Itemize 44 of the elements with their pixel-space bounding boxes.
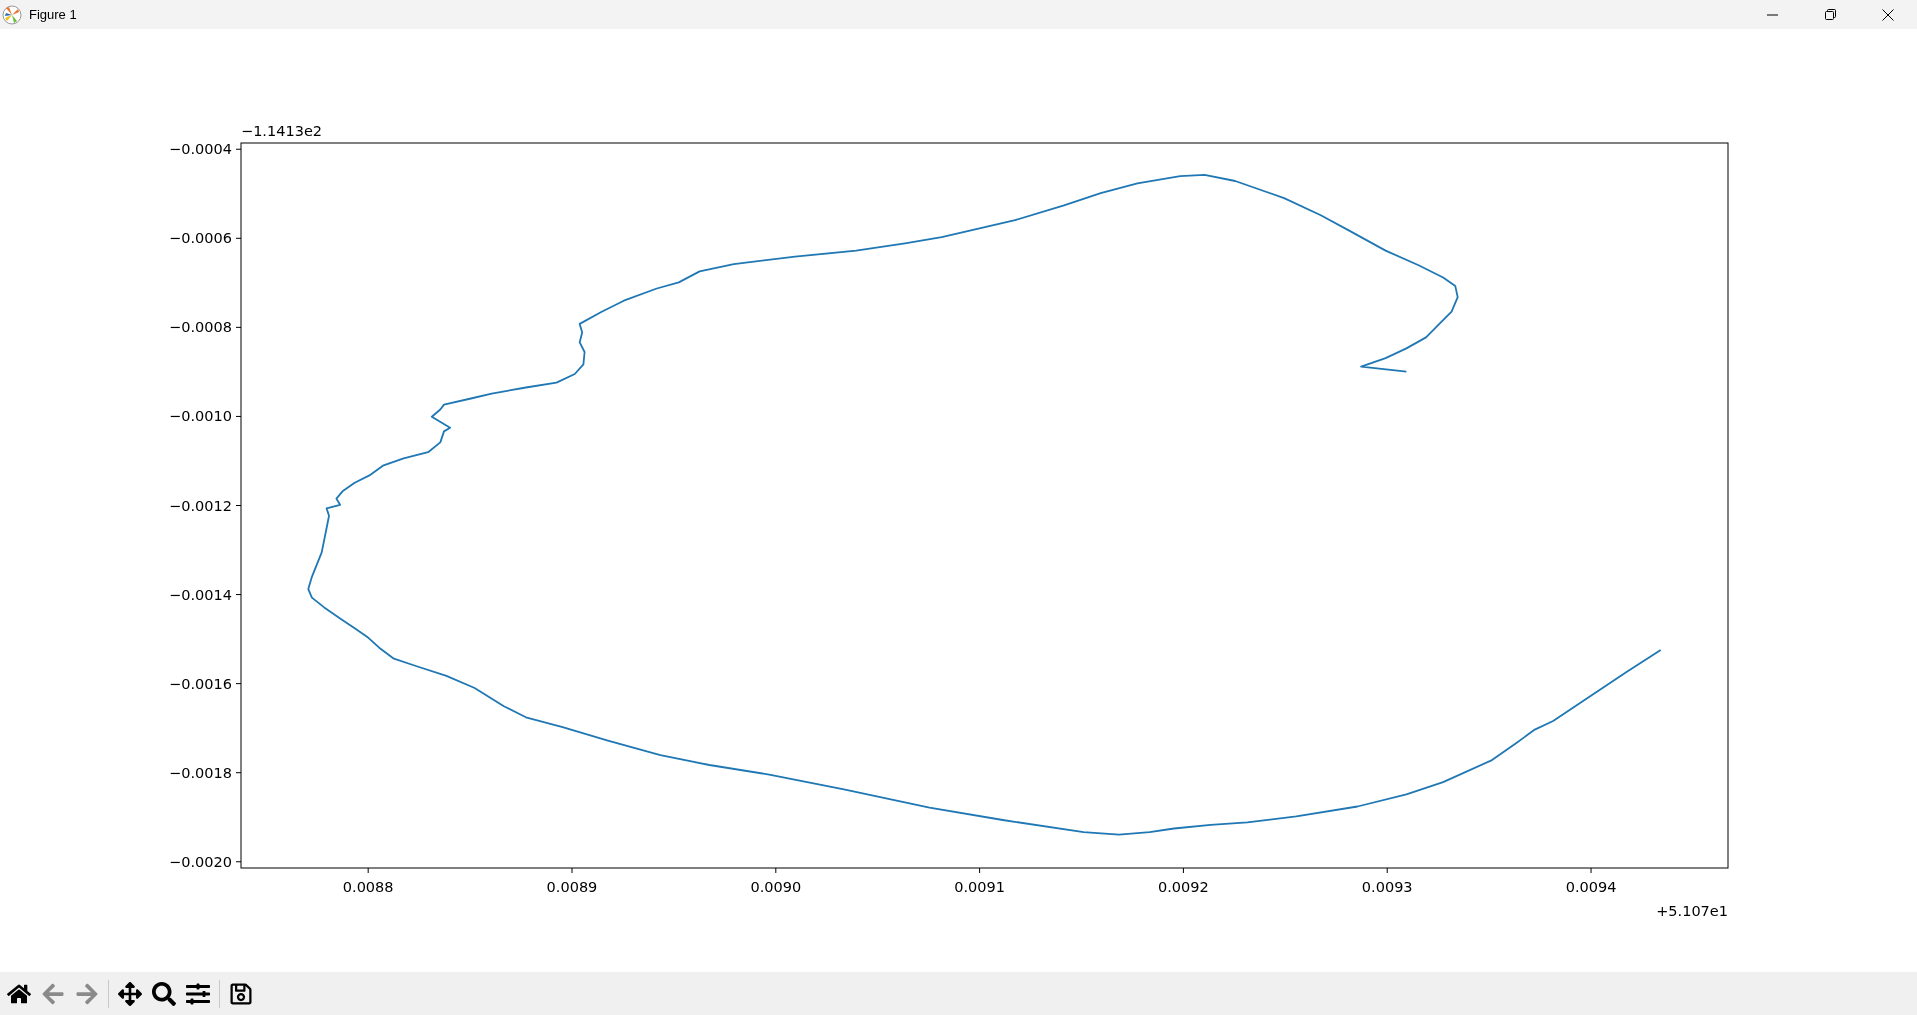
tick-mark <box>979 867 981 874</box>
y-tick-label: −0.0016 <box>169 675 232 692</box>
tick-mark <box>235 326 242 328</box>
x-tick-label: 0.0088 <box>342 879 394 895</box>
tick-mark <box>235 861 242 863</box>
tick-mark <box>235 594 242 596</box>
tick-mark <box>235 148 242 150</box>
sliders-icon <box>186 981 210 1006</box>
tick-mark <box>1386 867 1388 874</box>
tick-mark <box>1590 867 1592 874</box>
minimize-icon <box>1766 13 1778 16</box>
y-tick-label: −0.0006 <box>169 230 232 247</box>
tick-mark <box>235 772 242 774</box>
tick-mark <box>235 415 242 417</box>
forward-arrow-icon <box>75 981 99 1006</box>
x-offset-label: +5.107e1 <box>1656 903 1728 919</box>
save-icon <box>229 981 253 1006</box>
tick-mark <box>235 237 242 239</box>
tick-mark <box>235 683 242 685</box>
y-tick-label: −0.0020 <box>169 853 232 870</box>
y-tick-label: −0.0004 <box>169 141 232 158</box>
y-tick-label: −0.0008 <box>169 319 232 336</box>
tick-mark <box>367 867 369 874</box>
tick-mark <box>1182 867 1184 874</box>
x-tick-label: 0.0092 <box>1158 879 1209 895</box>
restore-icon <box>1824 9 1836 20</box>
y-offset-label: −1.1413e2 <box>241 123 323 139</box>
x-tick-label: 0.0089 <box>546 879 598 895</box>
x-tick-label: 0.0090 <box>750 879 802 895</box>
move-icon <box>118 981 142 1006</box>
y-tick-label: −0.0014 <box>169 586 232 603</box>
tick-mark <box>571 867 573 874</box>
x-tick-label: 0.0094 <box>1565 879 1617 895</box>
tick-mark <box>235 505 242 506</box>
back-arrow-icon <box>41 981 65 1006</box>
x-tick-label: 0.0091 <box>954 879 1005 895</box>
y-tick-label: −0.0012 <box>169 497 232 514</box>
window-title: Figure 1 <box>29 5 77 24</box>
y-tick-label: −0.0010 <box>169 408 232 425</box>
y-tick-label: −0.0018 <box>169 764 232 781</box>
tick-mark <box>775 867 777 874</box>
x-tick-label: 0.0093 <box>1361 879 1413 895</box>
close-icon <box>1882 8 1894 21</box>
search-icon <box>152 981 176 1006</box>
